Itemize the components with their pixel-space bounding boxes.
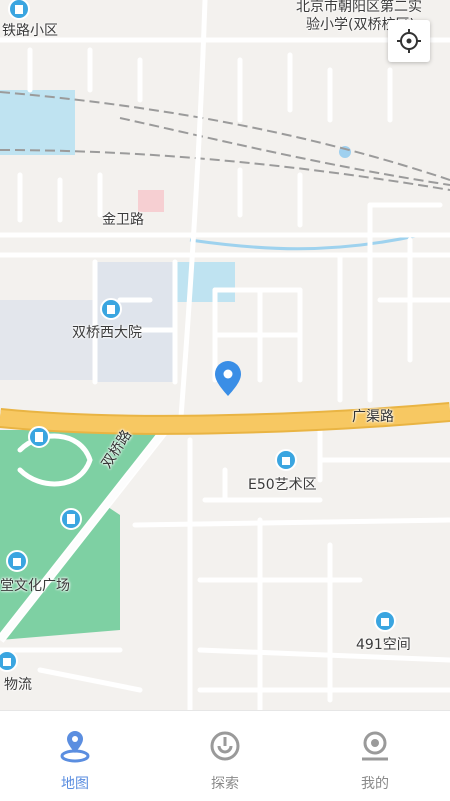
residential-block <box>95 262 175 382</box>
water-area <box>0 90 75 155</box>
map-label-tiejulu: 铁路小区 <box>2 23 58 39</box>
poi-doc-icon[interactable] <box>60 508 82 530</box>
map-label-culture-square: 堂文化广场 <box>0 578 70 594</box>
bottom-tab-bar: 地图 探索 我的 <box>0 710 450 801</box>
poi-bag-icon[interactable] <box>374 610 396 632</box>
map-label-shuangqiao-xidayuan: 双桥西大院 <box>72 325 142 341</box>
tab-explore[interactable]: 探索 <box>150 711 300 801</box>
water-area-2 <box>175 262 235 302</box>
map-pin-icon <box>58 729 92 763</box>
tab-map-label: 地图 <box>61 776 89 792</box>
map-label-guangqulu: 广渠路 <box>352 409 394 425</box>
map-base-layer <box>0 0 450 710</box>
poi-building-icon[interactable] <box>100 298 122 320</box>
explore-icon <box>208 729 242 763</box>
tab-map[interactable]: 地图 <box>0 711 150 801</box>
map-label-jinweilu: 金卫路 <box>102 212 144 228</box>
crosshair-icon <box>397 29 421 53</box>
map-label-e50: E50艺术区 <box>248 477 317 493</box>
poi-bag-icon[interactable] <box>6 550 28 572</box>
profile-icon <box>358 729 392 763</box>
tab-profile[interactable]: 我的 <box>300 711 450 801</box>
map-label-491-space: 491空间 <box>356 637 411 653</box>
locate-button[interactable] <box>388 20 430 62</box>
poi-doc-icon[interactable] <box>28 426 50 448</box>
poi-bag-icon[interactable] <box>275 449 297 471</box>
tab-explore-label: 探索 <box>211 776 239 792</box>
map-label-logistics: 物流 <box>4 677 32 693</box>
map-label-school-line1: 北京市朝阳区第二实 <box>296 0 422 15</box>
location-pin[interactable] <box>215 361 241 396</box>
map-view[interactable]: 铁路小区 北京市朝阳区第二实 验小学(双桥校区) 金卫路 双桥西大院 广渠路 双… <box>0 0 450 710</box>
tab-profile-label: 我的 <box>361 776 389 792</box>
hospital-block <box>138 190 164 212</box>
